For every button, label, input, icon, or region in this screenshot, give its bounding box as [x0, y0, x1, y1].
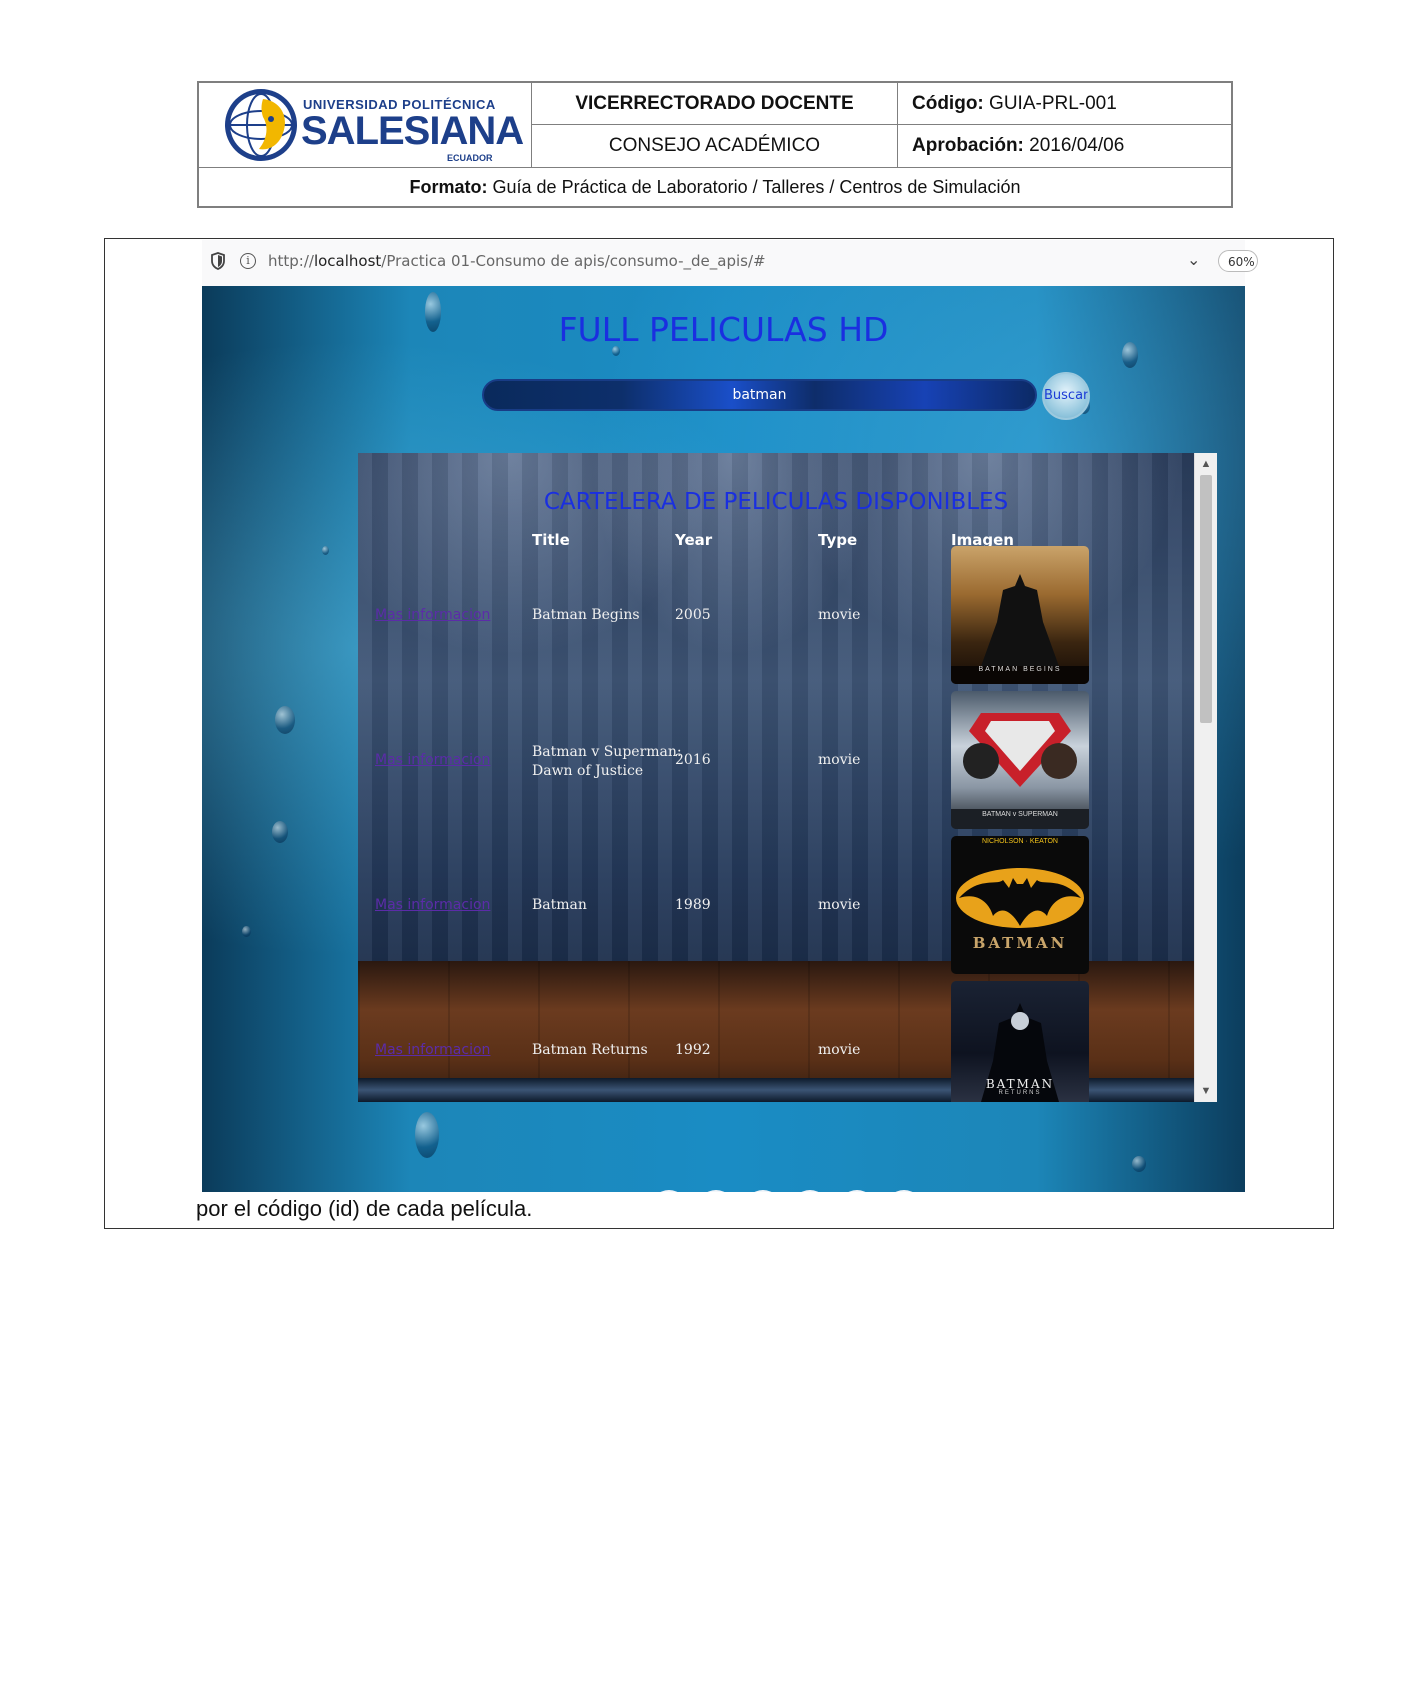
- formato-value: Guía de Práctica de Laboratorio / Taller…: [487, 176, 1021, 197]
- zoom-indicator[interactable]: 60%: [1218, 250, 1258, 272]
- codigo-value: GUIA-PRL-001: [983, 92, 1117, 114]
- poster-caption: BATMAN v SUPERMAN: [982, 811, 1058, 818]
- page-button-1[interactable]: 1: [650, 1190, 688, 1192]
- chevron-down-icon[interactable]: ⌄: [1187, 250, 1200, 269]
- results-panel[interactable]: CARTELERA DE PELICULAS DISPONIBLES Title…: [358, 453, 1217, 1102]
- url-text[interactable]: http://localhost/Practica 01-Consumo de …: [268, 252, 766, 270]
- browser-window: i http://localhost/Practica 01-Consumo d…: [202, 240, 1258, 1192]
- movie-poster: BATMAN RETURNS: [951, 981, 1089, 1102]
- movie-year: 1992: [675, 1042, 711, 1058]
- poster-caption: BATMAN: [985, 1077, 1055, 1091]
- movie-title: Batman v Superman: Dawn of Justice: [532, 744, 682, 779]
- water-drop: [272, 821, 288, 843]
- aprobacion-cell: Aprobación: 2016/04/06: [898, 125, 1231, 167]
- movie-poster: BATMAN v SUPERMAN: [951, 691, 1089, 829]
- more-info-link[interactable]: Mas informacion: [375, 752, 490, 768]
- poster-top-caption: NICHOLSON · KEATON: [982, 838, 1058, 845]
- aprobacion-label: Aprobación:: [912, 135, 1024, 156]
- url-path: /Practica 01-Consumo de apis/consumo-_de…: [381, 252, 766, 270]
- formato-label: Formato:: [409, 176, 488, 197]
- url-host: localhost: [313, 252, 382, 270]
- document-header: UNIVERSIDAD POLITÉCNICA SALESIANA ECUADO…: [197, 81, 1233, 208]
- batman-silhouette-icon: [951, 574, 1089, 684]
- column-header-title: Title: [532, 531, 570, 549]
- superman-shield-icon: [951, 713, 1089, 829]
- vertical-scrollbar[interactable]: ▲ ▼: [1194, 453, 1217, 1102]
- water-drop: [415, 1112, 439, 1158]
- page-button-2[interactable]: 2: [697, 1190, 735, 1192]
- page-viewport: FULL PELICULAS HD batman Buscar CARTELER…: [202, 286, 1245, 1192]
- movie-type: movie: [818, 607, 861, 623]
- water-drop: [1132, 1156, 1146, 1172]
- movie-year: 2005: [675, 607, 711, 623]
- water-drop: [322, 546, 329, 555]
- page-button-3[interactable]: 3: [744, 1190, 782, 1192]
- movie-type: movie: [818, 752, 861, 768]
- bat-logo-icon: [956, 868, 1084, 928]
- panel-title: CARTELERA DE PELICULAS DISPONIBLES: [543, 489, 1009, 515]
- movie-title: Batman Begins: [532, 607, 640, 623]
- movie-year: 2016: [675, 752, 711, 768]
- movie-type: movie: [818, 1042, 861, 1058]
- document-caption: por el código (id) de cada película.: [196, 1196, 533, 1221]
- info-icon[interactable]: i: [240, 253, 256, 269]
- page-button-6[interactable]: >>: [885, 1190, 923, 1192]
- consejo-cell: CONSEJO ACADÉMICO: [532, 125, 898, 167]
- more-info-link[interactable]: Mas informacion: [375, 607, 490, 623]
- codigo-cell: Código: GUIA-PRL-001: [898, 83, 1231, 125]
- movie-title: Batman Returns: [532, 1042, 648, 1058]
- vicerrectorado-cell: VICERRECTORADO DOCENTE: [532, 83, 898, 125]
- university-logo: UNIVERSIDAD POLITÉCNICA SALESIANA ECUADO…: [223, 87, 524, 163]
- search-input[interactable]: batman: [482, 379, 1037, 411]
- movie-title: Batman: [532, 897, 587, 913]
- movie-poster: NICHOLSON · KEATON BATMAN: [951, 836, 1089, 974]
- movie-type: movie: [818, 897, 861, 913]
- scroll-up-arrow-icon[interactable]: ▲: [1195, 455, 1217, 473]
- column-header-type: Type: [818, 531, 858, 549]
- logo-cell: UNIVERSIDAD POLITÉCNICA SALESIANA ECUADO…: [199, 83, 532, 167]
- poster-sub-caption: RETURNS: [998, 1090, 1042, 1096]
- shield-icon[interactable]: [210, 252, 226, 270]
- search-button[interactable]: Buscar: [1042, 372, 1090, 420]
- column-header-year: Year: [675, 531, 713, 549]
- movie-poster: BATMAN BEGINS: [951, 546, 1089, 684]
- url-prefix: http://: [268, 252, 314, 270]
- poster-caption: BATMAN: [972, 934, 1068, 952]
- water-drop: [275, 706, 295, 734]
- site-title: FULL PELICULAS HD: [558, 310, 889, 349]
- scroll-thumb[interactable]: [1200, 475, 1212, 723]
- logo-main-text: SALESIANA: [301, 109, 524, 153]
- globe-emblem-icon: [225, 89, 297, 161]
- logo-sub-text: ECUADOR: [447, 153, 493, 163]
- poster-caption: BATMAN BEGINS: [978, 666, 1062, 673]
- more-info-link[interactable]: Mas informacion: [375, 1042, 490, 1058]
- water-drop: [242, 926, 251, 937]
- results-scroll-area[interactable]: CARTELERA DE PELICULAS DISPONIBLES Title…: [358, 453, 1194, 1102]
- codigo-label: Código:: [912, 92, 984, 114]
- formato-cell: Formato: Guía de Práctica de Laboratorio…: [199, 167, 1231, 206]
- more-info-link[interactable]: Mas informacion: [375, 897, 490, 913]
- movie-year: 1989: [675, 897, 711, 913]
- address-bar[interactable]: i http://localhost/Practica 01-Consumo d…: [202, 240, 1258, 287]
- pagination: 1 2 3 4 5 >>: [202, 1190, 1245, 1192]
- page-button-5[interactable]: 5: [838, 1190, 876, 1192]
- aprobacion-value: 2016/04/06: [1023, 135, 1125, 156]
- scroll-down-arrow-icon[interactable]: ▼: [1195, 1082, 1217, 1100]
- page-button-4[interactable]: 4: [791, 1190, 829, 1192]
